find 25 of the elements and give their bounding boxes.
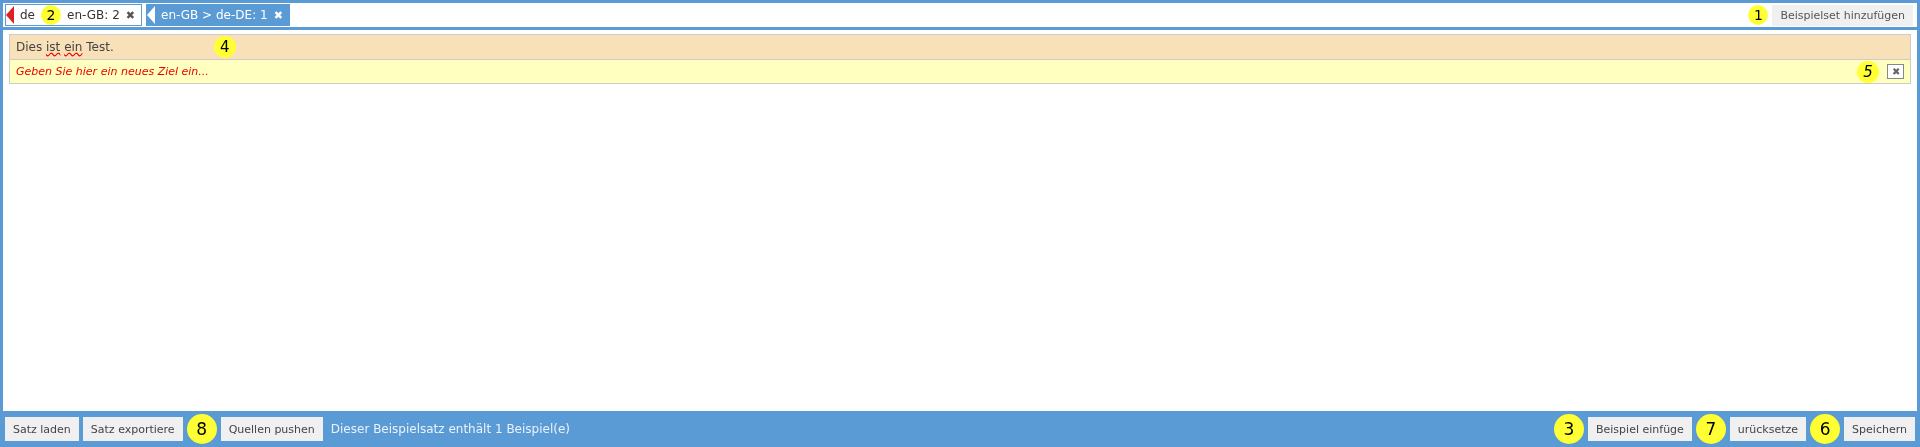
callout-marker: 3 <box>1554 414 1584 444</box>
footer-button[interactable]: Satz exportiere <box>82 417 183 441</box>
callout-marker: 1 <box>1748 5 1769 25</box>
target-field[interactable]: Geben Sie hier ein neues Ziel ein... 5 ✖ <box>10 59 1910 83</box>
target-placeholder: Geben Sie hier ein neues Ziel ein... <box>16 65 209 78</box>
callout-marker: 7 <box>1695 414 1726 444</box>
tag-label: en-GB: 2 <box>67 8 120 22</box>
remove-button[interactable]: ✖ <box>1887 64 1904 79</box>
footer-button[interactable]: Quellen pushen <box>220 417 323 441</box>
add-set-button[interactable]: Beispielset hinzufügen <box>1772 4 1913 26</box>
status-text: Dieser Beispielsatz enthält 1 Beispiel(e) <box>330 422 570 436</box>
callout-marker: 6 <box>1810 414 1841 444</box>
footer-button[interactable]: Beispiel einfüge <box>1588 417 1692 441</box>
tag-label: en-GB > de-DE: 1 <box>161 8 268 22</box>
footer-button[interactable]: Satz laden <box>5 417 79 441</box>
callout-marker: 5 <box>1857 60 1879 83</box>
tag-label: de <box>20 8 35 22</box>
callout-marker: 2 <box>41 5 61 25</box>
source-text: Dies ist ein Test. <box>16 40 114 54</box>
callout-marker: 8 <box>186 414 217 444</box>
language-pair-tag[interactable]: de 2 en-GB: 2 ✖ <box>5 4 142 26</box>
footer-button[interactable]: Speichern <box>1844 417 1915 441</box>
callout-marker: 4 <box>213 36 236 58</box>
footer-button[interactable]: urücksetze <box>1729 417 1807 441</box>
close-icon[interactable]: ✖ <box>125 8 135 22</box>
